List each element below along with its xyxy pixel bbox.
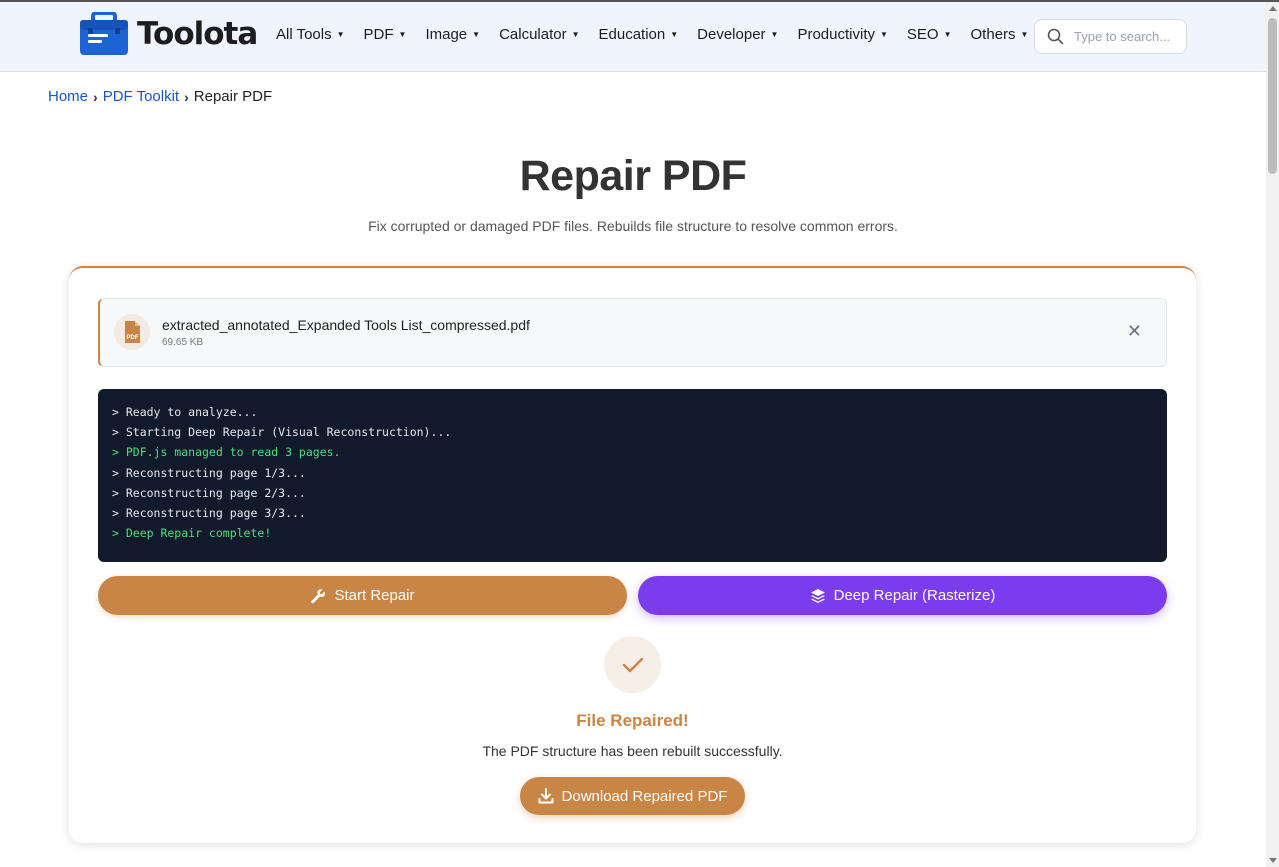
nav-item-image[interactable]: Image ▼ <box>425 26 480 43</box>
remove-file-close-icon[interactable]: ✕ <box>1127 321 1142 342</box>
nav-item-others[interactable]: Others ▼ <box>971 26 1029 43</box>
nav-item-developer[interactable]: Developer ▼ <box>697 26 778 43</box>
page-scrollbar[interactable] <box>1266 2 1279 867</box>
nav-item-seo[interactable]: SEO ▼ <box>907 26 952 43</box>
caret-down-icon: ▼ <box>398 30 407 39</box>
file-name: extracted_annotated_Expanded Tools List_… <box>162 317 530 333</box>
log-line: > PDF.js managed to read 3 pages. <box>112 445 341 460</box>
navbar: Toolota All Tools ▼ PDF ▼ Image ▼ Calculato… <box>0 2 1266 72</box>
caret-down-icon: ▼ <box>943 30 952 39</box>
download-icon <box>538 788 554 804</box>
wrench-icon <box>311 588 326 603</box>
nav-item-label: Productivity <box>797 26 875 43</box>
nav-item-label: PDF <box>363 26 394 43</box>
caret-down-icon: ▼ <box>571 30 580 39</box>
nav-item-education[interactable]: Education ▼ <box>599 26 679 43</box>
page-title: Repair PDF <box>519 152 747 200</box>
selected-file-row: PDF extracted_annotated_Expanded Tools L… <box>98 298 1167 367</box>
breadcrumb-home-link[interactable]: Home <box>48 88 88 105</box>
page-subtitle: Fix corrupted or damaged PDF files. Rebu… <box>368 218 898 234</box>
success-title: File Repaired! <box>576 711 689 730</box>
caret-down-icon: ▼ <box>336 30 345 39</box>
layers-icon <box>810 588 825 603</box>
nav-item-all-tools[interactable]: All Tools ▼ <box>276 26 345 43</box>
repair-log-console: > Ready to analyze... > Starting Deep Rep… <box>98 389 1167 562</box>
breadcrumb-current: Repair PDF <box>193 88 273 105</box>
log-line: > Reconstructing page 1/3... <box>112 465 306 480</box>
toolbox-icon <box>79 11 129 56</box>
search-input[interactable] <box>1074 29 1184 44</box>
nav-item-label: Calculator <box>499 26 567 43</box>
nav-item-label: SEO <box>906 26 939 43</box>
pdf-icon-label: PDF <box>127 335 139 341</box>
chevron-right-icon: › <box>93 88 98 105</box>
nav-item-label: All Tools <box>276 26 332 43</box>
nav-item-productivity[interactable]: Productivity ▼ <box>797 26 887 43</box>
brand-name: Toolota <box>137 16 258 52</box>
nav-item-label: Education <box>598 26 666 43</box>
caret-down-icon: ▼ <box>1020 30 1029 39</box>
download-repaired-pdf-button[interactable]: Download Repaired PDF <box>520 777 745 815</box>
breadcrumb: Home › PDF Toolkit › Repair PDF <box>48 88 272 105</box>
log-line: > Reconstructing page 3/3... <box>112 505 306 520</box>
start-repair-button[interactable]: Start Repair <box>98 576 627 615</box>
file-size: 69.65 KB <box>162 337 204 348</box>
pdf-file-icon: PDF <box>114 314 150 350</box>
nav-item-label: Others <box>970 26 1016 43</box>
check-icon <box>604 636 661 693</box>
log-line: > Reconstructing page 2/3... <box>112 485 306 500</box>
download-label: Download Repaired PDF <box>561 787 728 805</box>
search-box[interactable] <box>1034 19 1187 54</box>
deep-repair-label: Deep Repair (Rasterize) <box>833 587 996 604</box>
log-line: > Ready to analyze... <box>112 405 258 419</box>
nav-item-label: Developer <box>697 26 766 43</box>
start-repair-label: Start Repair <box>334 587 415 604</box>
scroll-up-arrow-icon[interactable] <box>1269 6 1277 11</box>
scrollbar-thumb[interactable] <box>1268 18 1277 174</box>
chevron-right-icon: › <box>184 88 189 105</box>
deep-repair-button[interactable]: Deep Repair (Rasterize) <box>638 576 1167 615</box>
log-line: > Deep Repair complete! <box>112 526 272 541</box>
nav-item-calculator[interactable]: Calculator ▼ <box>499 26 579 43</box>
caret-down-icon: ▼ <box>670 30 679 39</box>
nav-menu: All Tools ▼ PDF ▼ Image ▼ Calculator ▼ Educa… <box>276 26 1047 43</box>
caret-down-icon: ▼ <box>879 30 888 39</box>
log-line: > Starting Deep Repair (Visual Reconstru… <box>112 425 452 440</box>
brand-logo[interactable]: Toolota <box>79 11 258 56</box>
caret-down-icon: ▼ <box>472 30 481 39</box>
nav-item-label: Image <box>425 26 468 43</box>
nav-item-pdf[interactable]: PDF ▼ <box>364 26 407 43</box>
search-icon <box>1047 28 1064 45</box>
breadcrumb-section-link[interactable]: PDF Toolkit <box>103 88 179 105</box>
scroll-down-arrow-icon[interactable] <box>1269 858 1277 863</box>
caret-down-icon: ▼ <box>770 30 779 39</box>
success-message: The PDF structure has been rebuilt succe… <box>482 743 783 759</box>
repair-tool-card: PDF extracted_annotated_Expanded Tools L… <box>69 266 1196 843</box>
